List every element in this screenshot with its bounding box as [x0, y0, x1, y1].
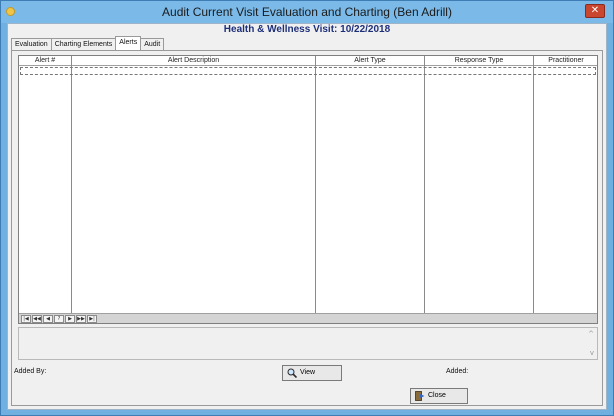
alerts-grid[interactable]: Alert # Alert Description Alert Type Res…	[18, 55, 598, 324]
visit-heading: Health & Wellness Visit: 10/22/2018	[223, 24, 391, 35]
tab-charting-elements[interactable]: Charting Elements	[50, 38, 117, 50]
alerts-panel: Alert # Alert Description Alert Type Res…	[11, 50, 603, 406]
close-button-label: Close	[428, 392, 446, 399]
column-divider	[424, 56, 425, 314]
prev-page-button[interactable]: ◀◀	[32, 314, 42, 323]
column-header-alert-type[interactable]: Alert Type	[316, 56, 424, 66]
tab-alerts[interactable]: Alerts	[115, 36, 142, 50]
title-bar: Audit Current Visit Evaluation and Chart…	[1, 1, 613, 23]
view-button[interactable]: View	[282, 365, 342, 381]
last-record-button[interactable]: ▶|	[87, 314, 97, 323]
added-by-label: Added By:	[14, 368, 47, 375]
view-button-label: View	[300, 369, 316, 376]
scroll-up-icon[interactable]: ^	[588, 330, 594, 338]
magnifier-icon	[287, 368, 297, 378]
first-record-button[interactable]: |◀	[21, 314, 31, 323]
column-header-response-type[interactable]: Response Type	[425, 56, 533, 66]
exit-door-icon	[415, 391, 425, 401]
column-header-practitioner[interactable]: Practitioner	[534, 56, 598, 66]
next-page-button[interactable]: ▶▶	[76, 314, 86, 323]
scroll-down-icon[interactable]: v	[590, 349, 594, 357]
next-record-button[interactable]: ▶	[65, 314, 75, 323]
column-divider	[533, 56, 534, 314]
record-navigator: |◀ ◀◀ ◀ ? ▶ ▶▶ ▶|	[19, 313, 597, 323]
record-info-button[interactable]: ?	[54, 314, 64, 323]
column-header-alert-number[interactable]: Alert #	[19, 56, 71, 66]
prev-record-button[interactable]: ◀	[43, 314, 53, 323]
column-divider	[315, 56, 316, 314]
tab-strip: Evaluation Charting Elements Alerts Audi…	[11, 36, 165, 50]
column-divider	[71, 56, 72, 314]
tab-evaluation[interactable]: Evaluation	[11, 38, 52, 50]
window: Audit Current Visit Evaluation and Chart…	[0, 0, 614, 416]
new-row-placeholder[interactable]	[20, 67, 596, 75]
window-title: Audit Current Visit Evaluation and Chart…	[162, 5, 452, 19]
added-label: Added:	[446, 368, 469, 375]
tab-audit[interactable]: Audit	[140, 38, 165, 50]
window-close-button[interactable]: ✕	[585, 4, 605, 18]
close-button[interactable]: Close	[410, 388, 468, 404]
dialog-body: Health & Wellness Visit: 10/22/2018 Eval…	[7, 23, 607, 410]
column-header-alert-description[interactable]: Alert Description	[72, 56, 315, 66]
grid-header: Alert # Alert Description Alert Type Res…	[19, 56, 597, 66]
alert-memo-field[interactable]: ^ v	[18, 327, 598, 360]
